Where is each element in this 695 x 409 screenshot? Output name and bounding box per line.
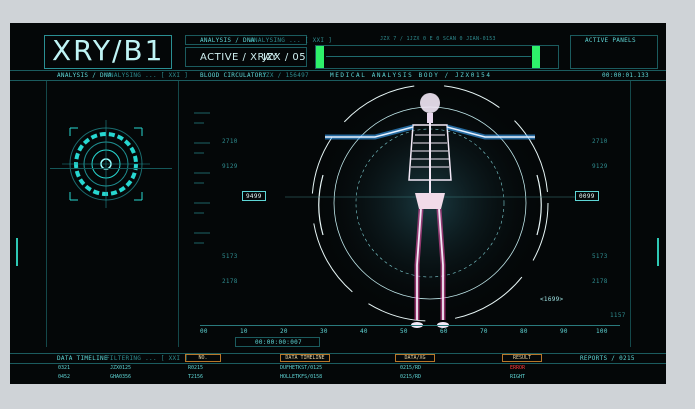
right-value: 0099 (579, 193, 595, 200)
analysis-dna-label-2: ANALYSIS / DNA (57, 72, 112, 79)
table-row[interactable]: 0321 JZX0125 R0215 DUFHETKST/0125 0215/R… (10, 364, 666, 372)
medical-analysis-label: MEDICAL ANALYSIS BODY / JZX0154 (330, 72, 492, 79)
row-data: 0215/RD (400, 374, 422, 380)
left-value: 9499 (246, 193, 262, 200)
ruler-line (200, 325, 620, 326)
row-no: T2156 (188, 374, 204, 380)
ruler-label-90: 90 (560, 328, 568, 335)
ruler-label-40: 40 (360, 328, 368, 335)
ruler-label-20: 20 (280, 328, 288, 335)
ruler-label-60: 60 (440, 328, 448, 335)
progress-marker-right (532, 46, 540, 68)
left-tick-label-1: 2710 (222, 138, 238, 145)
row-result: ERROR (510, 365, 526, 371)
logo-text: XRY/B1 (52, 34, 165, 67)
left-tick-label-3: 5173 (222, 253, 238, 260)
jzx-05-label: JZX / 05 (263, 52, 307, 63)
header-data-xg: DATA/XG (395, 354, 435, 362)
table-row[interactable]: 0452 GHA0356 T2156 HOLLETKFS/0158 0215/R… (10, 373, 666, 381)
right-divider (630, 81, 631, 347)
top-code-label: JZX 7 / 1JZX 0 E 0 SCAN 0 JIAN-0153 (380, 36, 496, 42)
row-id: 0452 (58, 374, 71, 380)
progress-line (326, 56, 531, 57)
ruler-label-100: 100 (596, 328, 608, 335)
ruler-label-10: 10 (240, 328, 248, 335)
reports-label: REPORTS / 0215 (580, 355, 635, 362)
left-edge-accent (16, 238, 18, 266)
progress-marker-left (316, 46, 324, 68)
ruler-label-0: 00 (200, 328, 208, 335)
analysing-label-2: ANALYSING ... [ XXI ] (106, 72, 189, 79)
row-id: 0321 (58, 365, 71, 371)
ruler-label-30: 30 (320, 328, 328, 335)
left-divider-2 (46, 81, 47, 347)
row-no: R0215 (188, 365, 204, 371)
header-result: RESULT (502, 354, 542, 362)
bottom-right-small: 1157 (610, 312, 626, 319)
scan-progress-frame (315, 45, 559, 69)
left-tick-label-4: 2178 (222, 278, 238, 285)
right-edge-accent (657, 238, 659, 266)
analysing-label-1: ANALYSING ... [ XXI ] (250, 37, 333, 44)
blood-circulatory-label: BLOOD CIRCULATORY (200, 72, 267, 79)
ruler-label-70: 70 (480, 328, 488, 335)
bottom-right-value: <1699> (540, 296, 564, 303)
ruler-label-80: 80 (520, 328, 528, 335)
left-tick-column (194, 112, 210, 244)
row-result: RIGHT (510, 374, 526, 380)
header-data-timeline: DATA TIMELINE (280, 354, 330, 362)
hud-screen: XRY/B1 ANALYSIS / DNA ANALYSING ... [ XX… (10, 23, 666, 384)
row-timeline: DUFHETKST/0125 (280, 365, 323, 371)
blood-code-label: JZX / 156497 (262, 72, 309, 79)
ruler-label-50: 50 (400, 328, 408, 335)
data-timeline-label: DATA TIMELINE (57, 355, 108, 362)
left-panel-scanline (50, 168, 172, 169)
row-timeline: HOLLETKFS/0158 (280, 374, 323, 380)
timecode: 00:00:00:007 (255, 339, 302, 346)
row-code: JZX0125 (110, 365, 132, 371)
left-divider (178, 81, 179, 347)
row-data: 0215/RD (400, 365, 422, 371)
analysis-dna-label-1: ANALYSIS / DNA (200, 37, 255, 44)
row-code: GHA0356 (110, 374, 132, 380)
active-panels-label: ACTIVE PANELS (585, 37, 636, 44)
ruler-labels: 00 10 20 30 40 50 60 70 80 90 100 (200, 328, 620, 336)
filtering-label: FILTERING ... [ XXI ] (106, 355, 189, 362)
body-scan-visual (285, 85, 575, 328)
radar-widget (62, 120, 150, 208)
left-tick-label-2: 9129 (222, 163, 238, 170)
header-no: NO. (185, 354, 221, 362)
timer-label: 00:00:01.133 (602, 72, 649, 79)
